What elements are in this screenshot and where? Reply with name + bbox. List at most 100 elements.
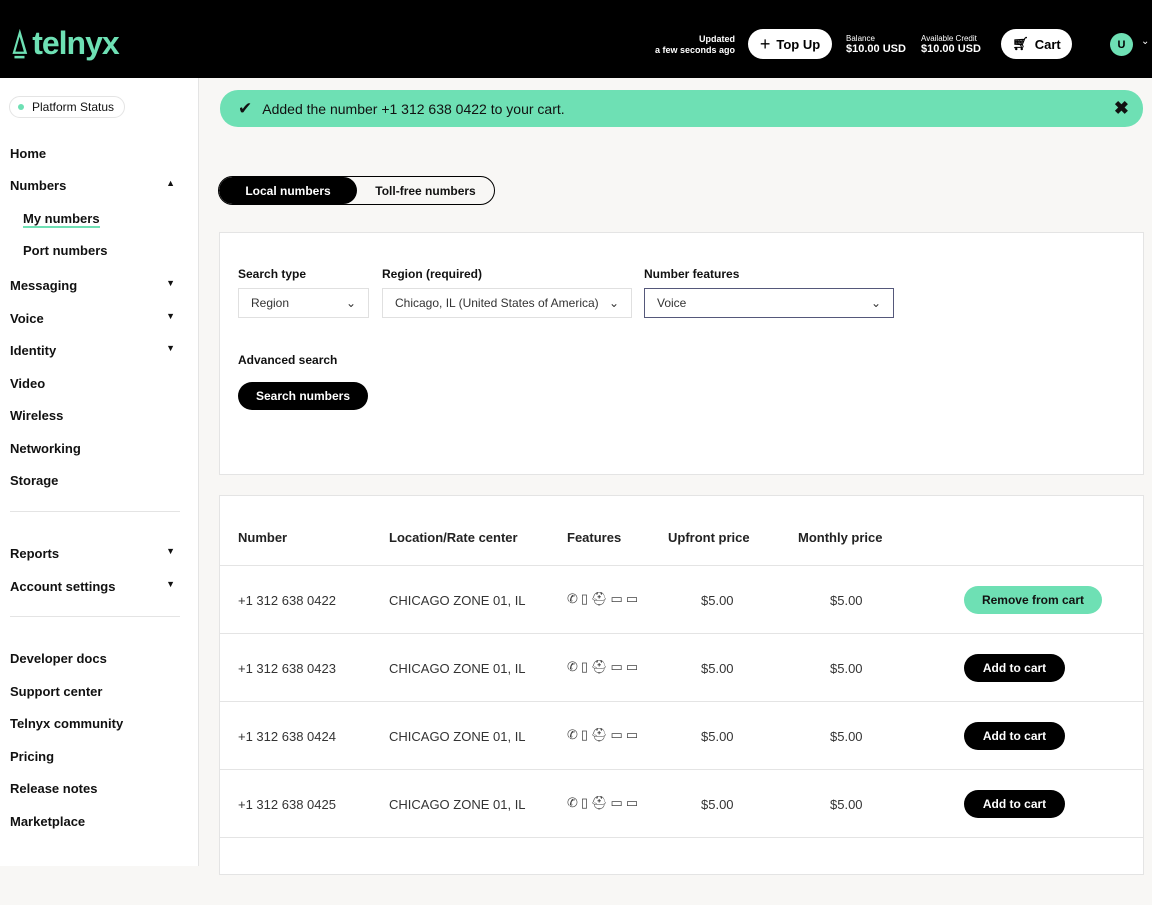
feature-icons: ✆▯⛑▭▭ (567, 591, 642, 606)
sidebar-item-label: Release notes (10, 781, 98, 796)
sidebar-item-label: Telnyx community (10, 716, 124, 731)
monthly-price: $5.00 (830, 593, 863, 608)
location: CHICAGO ZONE 01, IL (389, 797, 526, 812)
sidebar-item-identity[interactable]: Identity ▼ (10, 343, 175, 358)
table-row: +1 312 638 0423 CHICAGO ZONE 01, IL ✆▯⛑▭… (220, 633, 1143, 701)
updated-status: Updated a few seconds ago (654, 34, 735, 55)
divider (10, 616, 180, 617)
cart-button[interactable]: 🛒︎ Cart (1001, 29, 1072, 59)
feature-icons: ✆▯⛑▭▭ (567, 727, 642, 742)
sidebar-item-label: Account settings (10, 579, 116, 594)
toast-notification: ✔ Added the number +1 312 638 0422 to yo… (220, 90, 1143, 127)
caret-icon: ▼ (166, 311, 175, 321)
upfront-price: $5.00 (701, 729, 734, 744)
sidebar-item-account-settings[interactable]: Account settings ▼ (10, 579, 175, 594)
sidebar-item-label: Identity (10, 343, 57, 358)
column-header: Number (238, 530, 288, 545)
sidebar-item-label: Numbers (10, 178, 67, 193)
sidebar-item-pricing[interactable]: Pricing (10, 749, 175, 764)
search-type-label: Search type (238, 267, 307, 281)
caret-icon: ▼ (166, 546, 175, 556)
region-select[interactable]: Chicago, IL (United States of America) ⌄ (382, 288, 632, 318)
sidebar-item-networking[interactable]: Networking (10, 441, 175, 456)
platform-status[interactable]: Platform Status (9, 96, 126, 118)
location: CHICAGO ZONE 01, IL (389, 661, 526, 676)
upfront-price: $5.00 (701, 593, 734, 608)
add-to-cart-button[interactable]: Add to cart (964, 654, 1065, 682)
sidebar: Platform Status Home Numbers ▲ My numbers Po… (0, 78, 199, 866)
sidebar-item-messaging[interactable]: Messaging ▼ (10, 278, 175, 293)
sidebar-item-label: Developer docs (10, 651, 107, 666)
number: +1 312 638 0423 (238, 661, 336, 676)
divider (10, 511, 180, 512)
column-header: Upfront price (668, 530, 750, 545)
caret-icon: ▼ (166, 579, 175, 589)
cart-icon: 🛒︎ (1012, 36, 1029, 51)
search-card: Search type Region ⌄ Region (required) Ch… (219, 232, 1144, 475)
sidebar-item-label: Wireless (10, 408, 64, 423)
advanced-search-link[interactable]: Advanced search (238, 353, 337, 367)
feature-icons: ✆▯⛑▭▭ (567, 659, 642, 674)
sidebar-item-label: My numbers (23, 211, 100, 228)
add-to-cart-button[interactable]: Add to cart (964, 790, 1065, 818)
caret-icon: ▲ (166, 178, 175, 188)
table-row: +1 312 638 0422 CHICAGO ZONE 01, IL ✆▯⛑▭… (220, 565, 1143, 633)
sidebar-item-home[interactable]: Home (10, 146, 175, 161)
sidebar-item-label: Video (10, 376, 46, 391)
avatar[interactable]: U (1110, 33, 1133, 56)
sidebar-item-my-numbers[interactable]: My numbers (23, 211, 188, 228)
location: CHICAGO ZONE 01, IL (389, 729, 526, 744)
column-header: Location/Rate center (389, 530, 518, 545)
sidebar-item-port-numbers[interactable]: Port numbers (23, 243, 188, 258)
telnyx-logo[interactable]: ⍙ telnyx (10, 24, 120, 62)
chevron-down-icon[interactable]: ⌄ (1141, 36, 1149, 47)
column-header: Monthly price (798, 530, 883, 545)
sidebar-item-release-notes[interactable]: Release notes (10, 781, 175, 796)
caret-icon: ▼ (166, 343, 175, 353)
close-icon[interactable]: ✖ (1114, 98, 1129, 119)
sidebar-item-marketplace[interactable]: Marketplace (10, 814, 175, 829)
sidebar-item-developer-docs[interactable]: Developer docs (10, 651, 175, 666)
features-select[interactable]: Voice ⌄ (644, 288, 894, 318)
sidebar-item-label: Port numbers (23, 243, 108, 258)
check-icon: ✔ (238, 98, 253, 118)
sidebar-item-label: Storage (10, 473, 59, 488)
sidebar-item-label: Pricing (10, 749, 55, 764)
chevron-down-icon: ⌄ (345, 296, 356, 310)
sidebar-item-voice[interactable]: Voice ▼ (10, 311, 175, 326)
monthly-price: $5.00 (830, 729, 863, 744)
search-type-select[interactable]: Region ⌄ (238, 288, 369, 318)
top-up-button[interactable]: + Top Up (748, 29, 832, 59)
plus-icon: + (759, 33, 771, 54)
sidebar-item-storage[interactable]: Storage (10, 473, 175, 488)
remove-from-cart-button[interactable]: Remove from cart (964, 586, 1102, 614)
location: CHICAGO ZONE 01, IL (389, 593, 526, 608)
region-label: Region (required) (382, 267, 483, 281)
sidebar-item-label: Messaging (10, 278, 78, 293)
upfront-price: $5.00 (701, 797, 734, 812)
monthly-price: $5.00 (830, 797, 863, 812)
add-to-cart-button[interactable]: Add to cart (964, 722, 1065, 750)
monthly-price: $5.00 (830, 661, 863, 676)
sidebar-item-reports[interactable]: Reports ▼ (10, 546, 175, 561)
chevron-down-icon: ⌄ (870, 296, 881, 310)
sidebar-item-label: Support center (10, 684, 103, 699)
results-table: Number Location/Rate center Features Upf… (219, 495, 1144, 875)
column-header: Features (567, 530, 622, 545)
sidebar-item-label: Home (10, 146, 47, 161)
table-row (220, 837, 1143, 905)
search-numbers-button[interactable]: Search numbers (238, 382, 368, 410)
tab-toll-free-numbers[interactable]: Toll-free numbers (357, 177, 494, 204)
caret-icon: ▼ (166, 278, 175, 288)
sidebar-item-support-center[interactable]: Support center (10, 684, 175, 699)
sidebar-item-label: Voice (10, 311, 44, 326)
sidebar-item-telnyx-community[interactable]: Telnyx community (10, 716, 175, 731)
sidebar-item-numbers[interactable]: Numbers ▲ (10, 178, 175, 193)
sidebar-item-wireless[interactable]: Wireless (10, 408, 175, 423)
top-bar: ⍙ telnyx Updated a few seconds ago + Top Up… (0, 0, 1152, 78)
sidebar-item-label: Reports (10, 546, 60, 561)
table-row: +1 312 638 0424 CHICAGO ZONE 01, IL ✆▯⛑▭… (220, 701, 1143, 769)
number-type-tabs: Local numbers Toll-free numbers (218, 176, 495, 205)
sidebar-item-video[interactable]: Video (10, 376, 175, 391)
tab-local-numbers[interactable]: Local numbers (219, 177, 357, 204)
